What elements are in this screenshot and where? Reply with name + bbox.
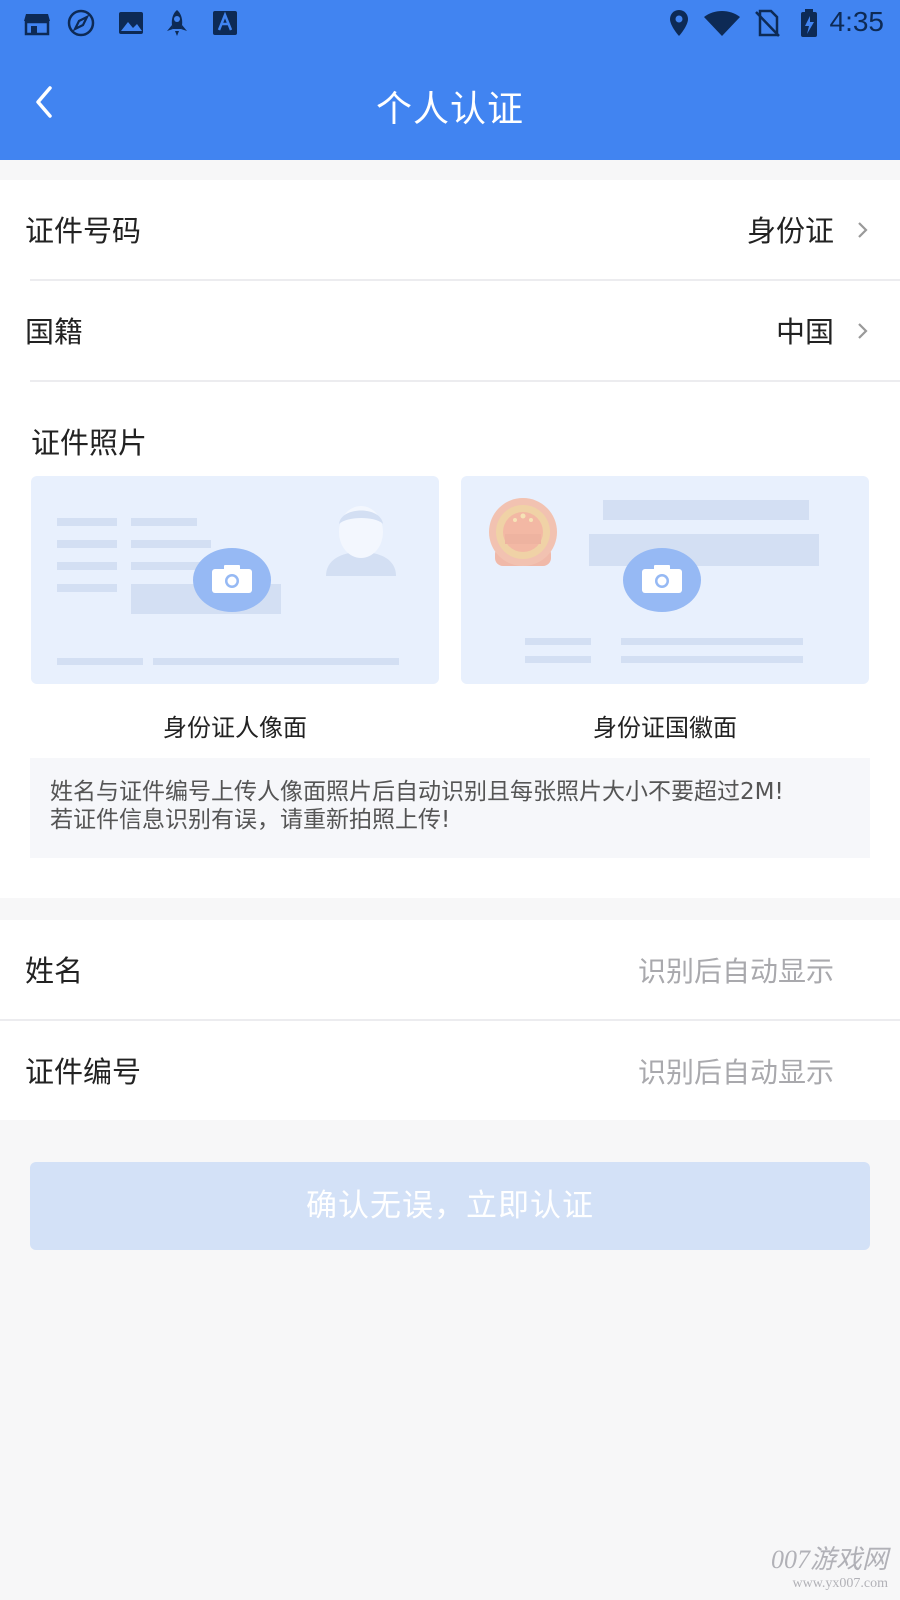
wifi-icon	[704, 11, 740, 36]
national-emblem-icon	[489, 498, 557, 566]
id-back-caption: 身份证国徽面	[593, 714, 737, 742]
watermark-logo-text: 007游戏网	[770, 1545, 888, 1574]
font-icon	[213, 11, 237, 35]
store-icon	[24, 14, 50, 36]
divider	[30, 380, 900, 382]
name-input[interactable]: 识别后自动显示	[638, 950, 834, 990]
id-type-row[interactable]: 证件号码 身份证	[0, 180, 900, 280]
location-icon	[670, 10, 688, 36]
compass-icon	[67, 9, 95, 37]
status-bar: 4:35	[0, 0, 900, 50]
upload-notice: 姓名与证件编号上传人像面照片后自动识别且每张照片大小不要超过2M! 若证件信息识…	[30, 758, 870, 858]
nationality-label: 国籍	[25, 315, 84, 349]
rocket-icon	[167, 10, 187, 36]
notice-line-2: 若证件信息识别有误，请重新拍照上传!	[50, 807, 451, 833]
photos-title: 证件照片	[31, 426, 148, 460]
image-icon	[119, 12, 143, 34]
notice-line-1: 姓名与证件编号上传人像面照片后自动识别且每张照片大小不要超过2M!	[50, 779, 784, 805]
status-time: 4:35	[829, 6, 885, 37]
id-number-label: 证件编号	[25, 1055, 142, 1089]
name-row[interactable]: 姓名 识别后自动显示	[0, 920, 900, 1020]
name-label: 姓名	[25, 954, 84, 988]
id-type-label: 证件号码	[25, 214, 142, 248]
watermark-url: www.yx007.com	[792, 1576, 888, 1591]
app-header: 4:35 个人认证	[0, 0, 900, 160]
id-front-caption: 身份证人像面	[163, 714, 307, 742]
id-number-row[interactable]: 证件编号 识别后自动显示	[0, 1021, 900, 1121]
id-info-section: 证件号码 身份证 国籍 中国 证件照片 身份证人像面 身份证国徽面 姓名与证件编…	[0, 180, 900, 898]
id-type-value: 身份证	[746, 214, 834, 248]
camera-icon	[193, 548, 271, 612]
id-front-upload[interactable]	[31, 476, 439, 684]
chevron-right-icon	[858, 222, 868, 238]
nationality-row[interactable]: 国籍 中国	[0, 281, 900, 381]
nationality-value: 中国	[775, 315, 834, 349]
id-number-input[interactable]: 识别后自动显示	[638, 1051, 834, 1091]
camera-icon	[623, 548, 701, 612]
no-sim-icon	[755, 9, 780, 37]
battery-charging-icon	[801, 9, 817, 37]
id-back-upload[interactable]	[461, 476, 869, 684]
chevron-right-icon	[858, 323, 868, 339]
confirm-button[interactable]: 确认无误，立即认证	[30, 1162, 870, 1250]
page-title: 个人认证	[375, 89, 524, 130]
identity-fields-section: 姓名 识别后自动显示 证件编号 识别后自动显示	[0, 920, 900, 1120]
site-watermark: 007游戏网 www.yx007.com	[771, 1539, 888, 1592]
